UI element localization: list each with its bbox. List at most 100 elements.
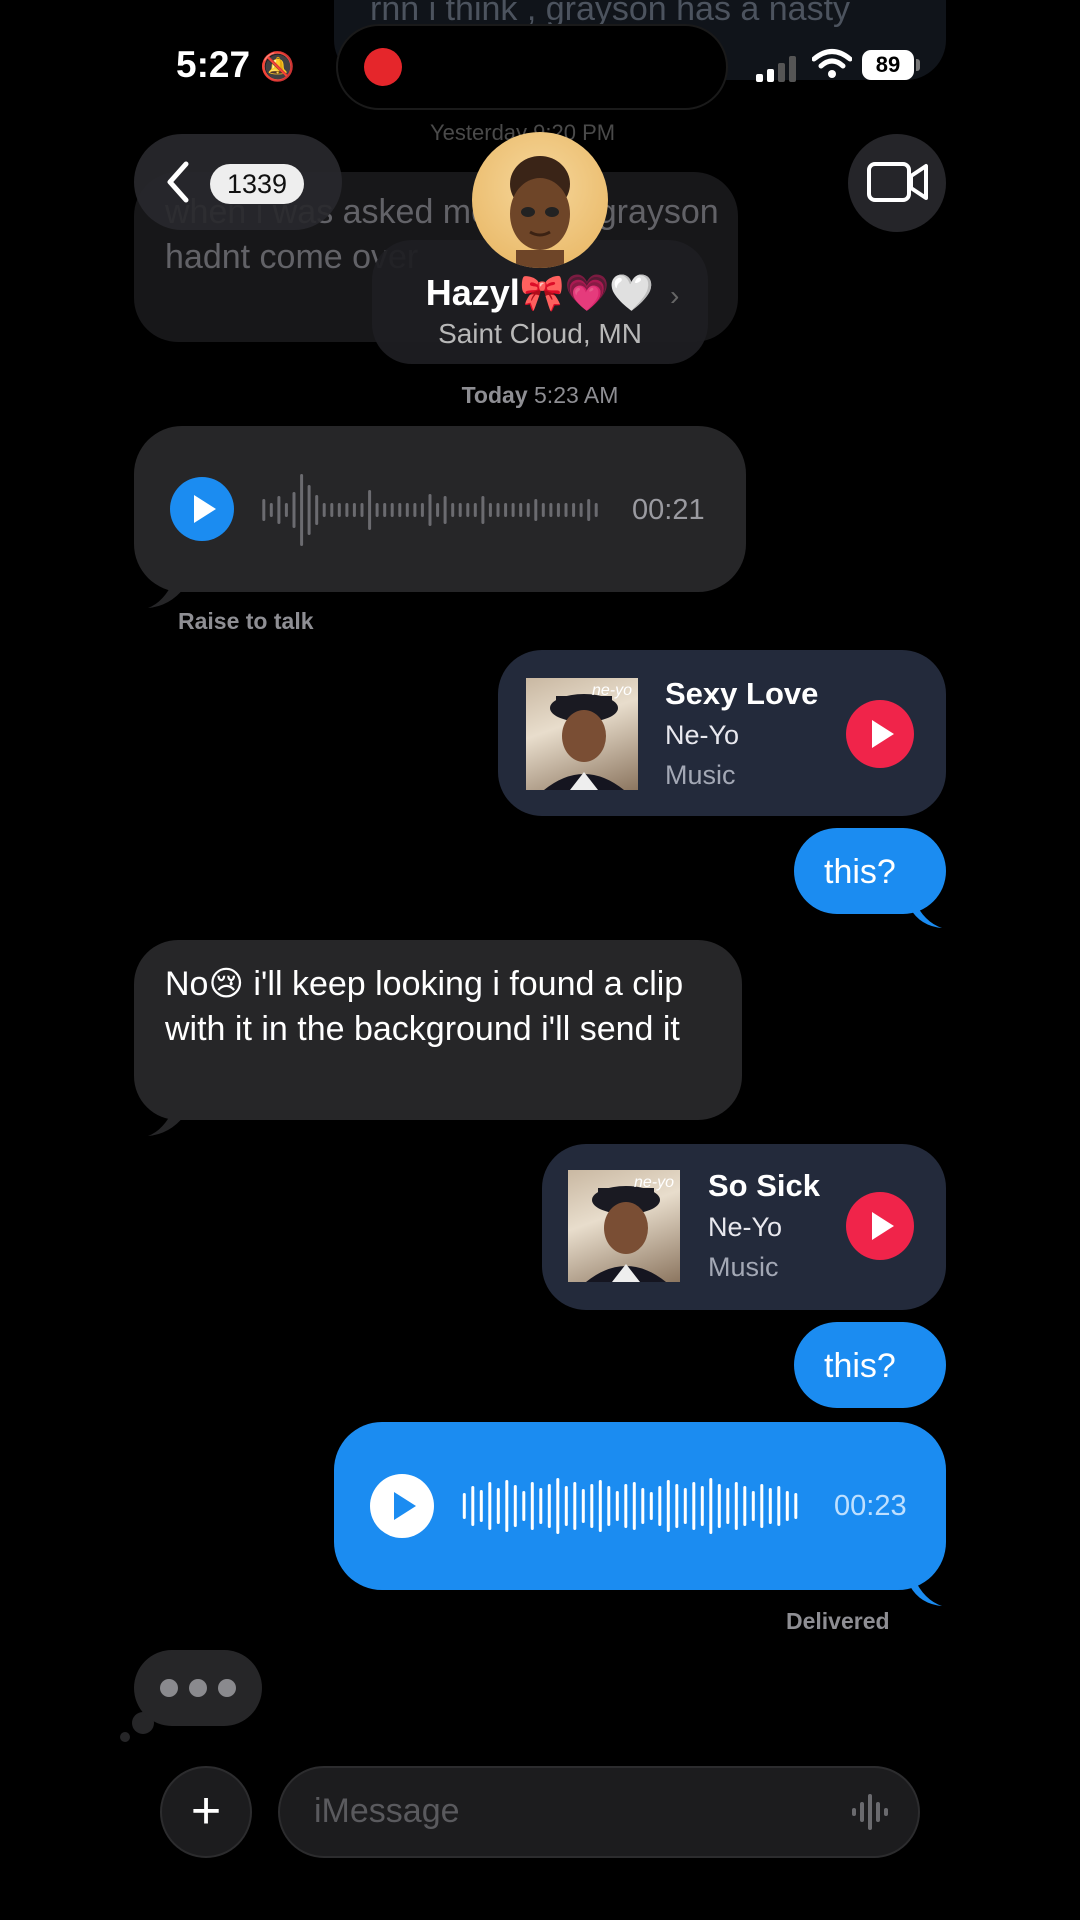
waveform-bar [658, 1486, 662, 1526]
waveform-bar [666, 1480, 670, 1532]
waveform-bar [458, 503, 462, 517]
typing-tail-small [120, 1732, 130, 1742]
waveform-bar [615, 1491, 619, 1521]
waveform-bar [345, 503, 349, 517]
waveform-bar [383, 503, 387, 517]
waveform-bar [513, 1485, 517, 1527]
waveform-bar [337, 503, 341, 517]
album-art: ne-yo [568, 1170, 680, 1282]
waveform-bar [587, 499, 591, 521]
waveform-bar [262, 499, 266, 521]
bubble-tail [910, 900, 942, 928]
waveform-bar [473, 503, 477, 517]
album-art: ne-yo [526, 678, 638, 790]
waveform-bar [505, 1480, 509, 1532]
waveform-bar [526, 503, 530, 517]
waveform-bar [420, 503, 424, 517]
waveform-bar [496, 1488, 500, 1524]
waveform-bar [539, 1488, 543, 1524]
waveform-bar [375, 503, 379, 517]
song-artist: Ne-Yo [665, 720, 740, 750]
recording-indicator-icon [364, 48, 402, 86]
voice-record-icon[interactable] [850, 1792, 894, 1832]
waveform-bar [743, 1486, 747, 1526]
waveform-bar [700, 1486, 704, 1526]
waveform-bar [675, 1484, 679, 1528]
waveform-bar [534, 499, 538, 521]
waveform-bar [785, 1491, 789, 1521]
waveform-bar [352, 503, 356, 517]
waveform-bar [504, 503, 508, 517]
waveform-bar [709, 1478, 713, 1534]
waveform-bar [794, 1493, 798, 1519]
add-attachment-button[interactable]: + [160, 1766, 252, 1858]
typing-dot [160, 1679, 178, 1697]
waveform-bar [564, 1486, 568, 1526]
waveform-bar [398, 503, 402, 517]
silent-bell-icon: 🔕 [260, 51, 295, 82]
contact-avatar[interactable] [472, 132, 608, 268]
waveform-bar [405, 503, 409, 517]
outgoing-message-text: this? [824, 853, 896, 891]
waveform-bar [541, 503, 545, 517]
message-input-placeholder: iMessage [314, 1792, 460, 1830]
play-icon [393, 1492, 416, 1520]
battery-cap [916, 59, 920, 71]
waveform-bar [649, 1492, 653, 1520]
waveform-bar [683, 1488, 687, 1524]
audio-waveform [462, 1478, 798, 1534]
waveform-bar [573, 1482, 577, 1530]
timestamp-time: 5:23 AM [534, 382, 619, 408]
video-camera-icon [867, 162, 928, 202]
waveform-bar [390, 503, 394, 517]
waveform-bar [572, 503, 576, 517]
waveform-bar [451, 503, 455, 517]
raise-to-talk-caption: Raise to talk [178, 608, 314, 634]
play-button[interactable] [370, 1474, 434, 1538]
waveform-bar [277, 496, 281, 524]
waveform-bar [549, 503, 553, 517]
waveform-bar [360, 503, 364, 517]
audio-waveform [262, 474, 598, 546]
play-icon [871, 720, 894, 748]
waveform-bar [760, 1484, 764, 1528]
waveform-bar [607, 1486, 611, 1526]
cellular-signal-icon [756, 56, 796, 82]
waveform-bar [751, 1491, 755, 1521]
song-artist: Ne-Yo [708, 1212, 783, 1242]
waveform-bar [307, 485, 311, 535]
status-time: 5:27 [176, 44, 251, 85]
waveform-bar [428, 494, 432, 526]
music-play-button[interactable] [846, 1192, 914, 1260]
waveform-bar [292, 492, 296, 528]
waveform-bar [466, 503, 470, 517]
waveform-bar [564, 503, 568, 517]
waveform-bar [481, 496, 485, 524]
bubble-tail [148, 580, 184, 608]
waveform-bar [598, 1480, 602, 1532]
music-play-button[interactable] [846, 700, 914, 768]
waveform-bar [734, 1482, 738, 1530]
unread-count-badge: 1339 [210, 164, 304, 204]
play-icon [193, 495, 216, 523]
song-title: Sexy Love [665, 676, 819, 711]
waveform-bar [496, 503, 500, 517]
memoji-avatar-icon [510, 156, 570, 268]
waveform-bar [594, 503, 598, 517]
play-button[interactable] [170, 477, 234, 541]
album-brand: ne-yo [633, 1174, 674, 1191]
audio-duration: 00:23 [834, 1490, 907, 1522]
bubble-tail [148, 1108, 184, 1136]
conversation-timestamp: Today 5:23 AM [0, 382, 1080, 409]
waveform-bar [726, 1488, 730, 1524]
audio-duration: 00:21 [632, 494, 705, 526]
waveform-bar [556, 1478, 560, 1534]
waveform-bar [443, 496, 447, 524]
typing-indicator [134, 1650, 262, 1726]
waveform-bar [632, 1482, 636, 1530]
play-icon [871, 1212, 894, 1240]
waveform-bar [284, 503, 288, 517]
delivery-status: Delivered [786, 1608, 890, 1634]
waveform-bar [322, 503, 326, 517]
music-source-label: Music [665, 760, 736, 790]
